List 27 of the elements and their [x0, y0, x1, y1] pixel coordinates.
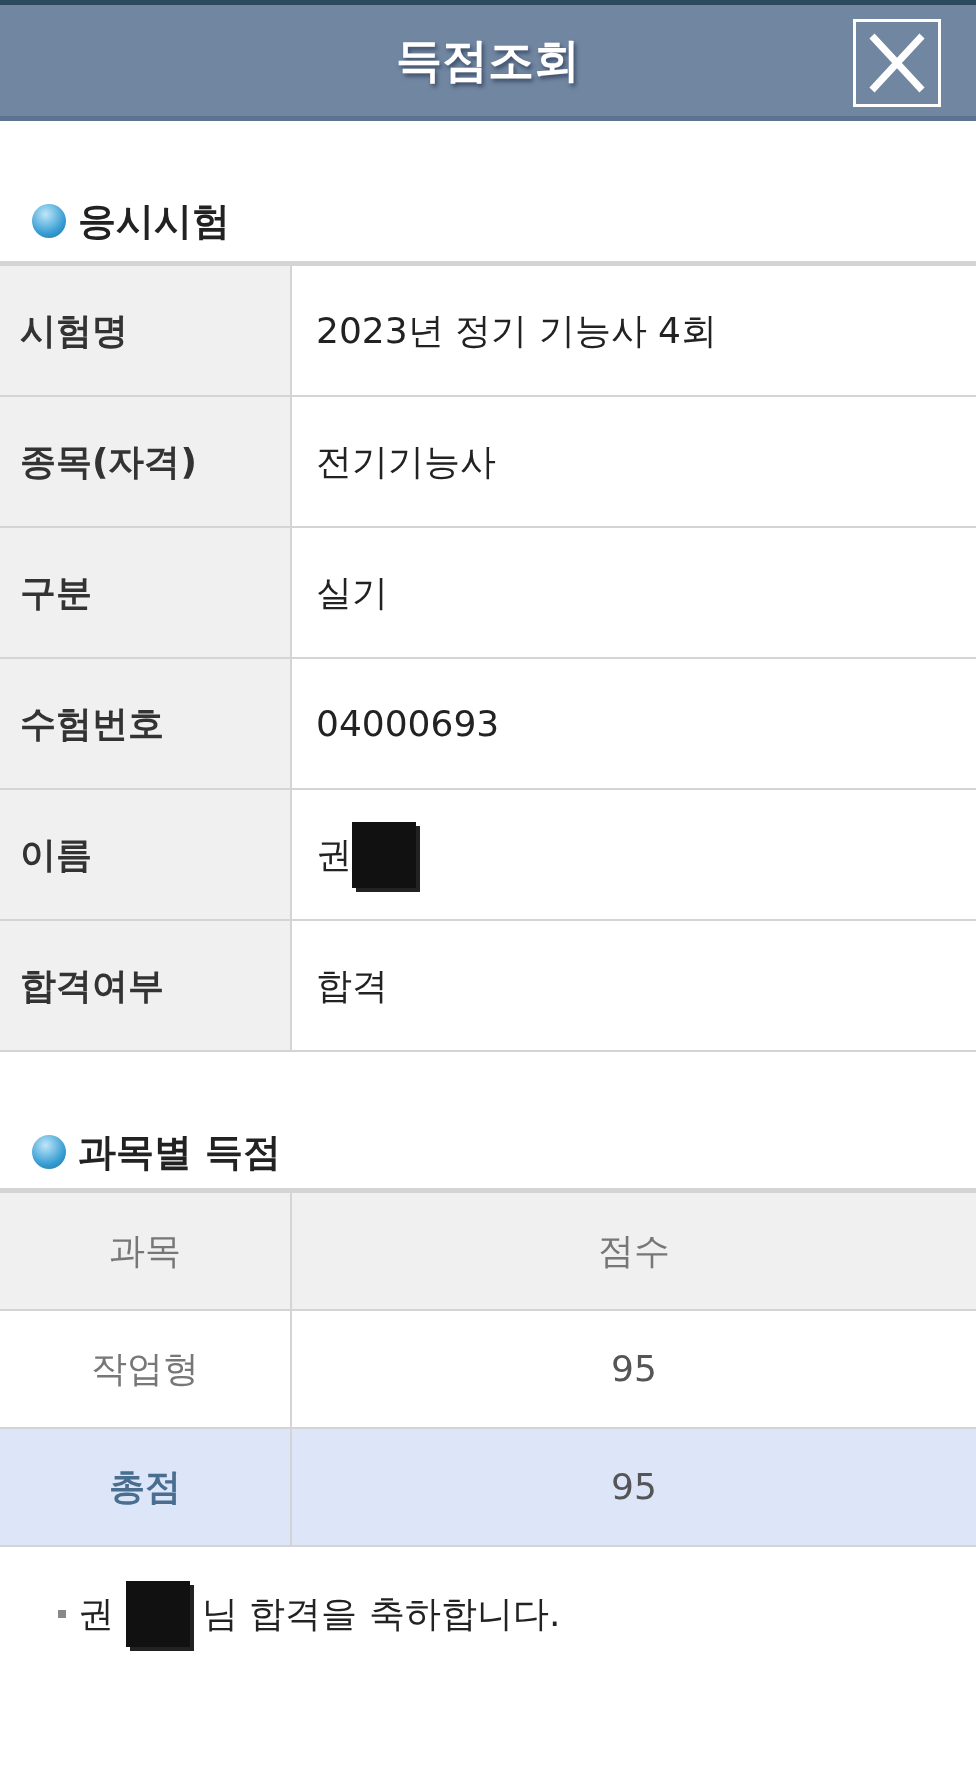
column-header: 과목 [109, 1229, 181, 1273]
message-text: 권 [78, 1592, 114, 1636]
field-label: 종목(자격) [0, 397, 292, 526]
section-title: 과목별 득점 [78, 1128, 282, 1176]
field-label: 수험번호 [0, 659, 292, 788]
bullet-icon [32, 204, 66, 238]
field-label: 시험명 [0, 266, 292, 395]
field-value: 2023년 정기 기능사 4회 [316, 308, 717, 353]
bullet-icon [58, 1610, 66, 1618]
subject-cell-text: 총점 [109, 1465, 181, 1509]
score-cell-text: 95 [611, 1465, 657, 1509]
field-label: 이름 [0, 790, 292, 919]
field-label: 구분 [0, 528, 292, 657]
subject-cell-text: 작업형 [91, 1347, 199, 1391]
window-title: 득점조회 [396, 32, 580, 89]
message-text: 님 합격을 축하합니다. [202, 1592, 561, 1636]
close-button[interactable] [853, 19, 941, 107]
bullet-icon [32, 1135, 66, 1169]
field-value: 권 [316, 832, 352, 877]
field-value: 실기 [316, 570, 388, 615]
field-value: 04000693 [316, 701, 500, 746]
field-label: 합격여부 [0, 921, 292, 1050]
score-cell-text: 95 [611, 1347, 657, 1391]
column-header: 점수 [598, 1229, 670, 1273]
field-value: 전기기능사 [316, 439, 496, 484]
field-value: 합격 [316, 963, 388, 1008]
section-title: 응시시험 [78, 197, 230, 245]
